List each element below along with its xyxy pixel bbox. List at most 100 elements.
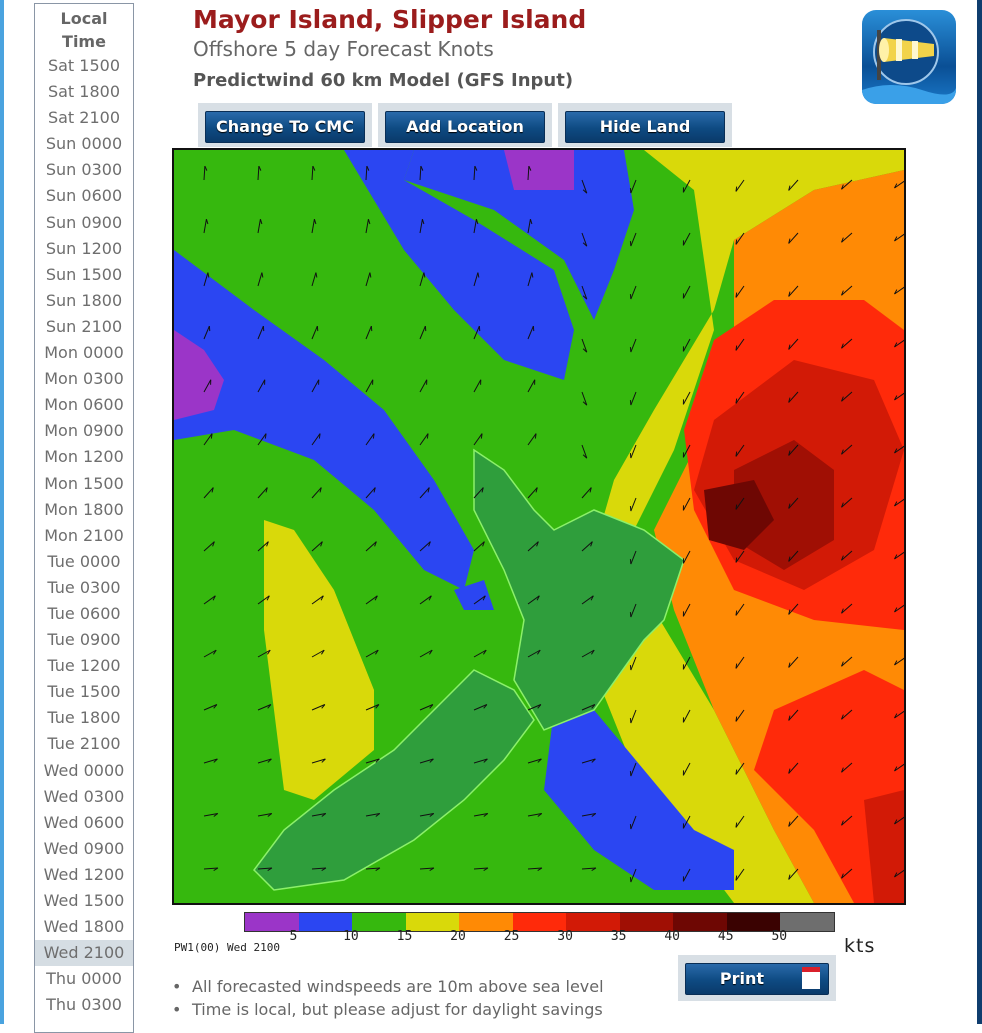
- time-item[interactable]: Tue 0900: [35, 627, 133, 653]
- time-item[interactable]: Sun 0000: [35, 131, 133, 157]
- wind-arrow-head: [736, 664, 737, 669]
- time-item[interactable]: Wed 1800: [35, 914, 133, 940]
- wind-arrow-head: [736, 770, 737, 775]
- time-item[interactable]: Wed 2100: [35, 940, 133, 966]
- time-item[interactable]: Sun 0300: [35, 157, 133, 183]
- legend-tick: 15: [397, 929, 413, 944]
- sidebar-heading-line1: Local: [35, 7, 133, 30]
- time-item[interactable]: Tue 0600: [35, 601, 133, 627]
- notes-list: •All forecasted windspeeds are 10m above…: [172, 975, 604, 1021]
- time-item[interactable]: Thu 0000: [35, 966, 133, 992]
- wind-arrow-head: [211, 434, 212, 439]
- legend-swatch: [780, 913, 834, 931]
- time-item[interactable]: Sun 0900: [35, 210, 133, 236]
- model-label: Predictwind 60 km Model (GFS Input): [193, 70, 573, 91]
- page-title: Mayor Island, Slipper Island: [193, 5, 586, 34]
- note-item: •All forecasted windspeeds are 10m above…: [172, 975, 604, 998]
- pdf-icon: [802, 967, 820, 989]
- wind-arrow-head: [736, 399, 737, 404]
- wind-arrow-head: [736, 717, 737, 722]
- window-left-edge: [0, 0, 4, 1024]
- time-item[interactable]: Mon 1800: [35, 497, 133, 523]
- purple-top: [504, 150, 574, 190]
- windsock-icon: [862, 10, 956, 104]
- wind-arrow-head: [427, 434, 428, 439]
- note-text: Time is local, but please adjust for day…: [192, 1000, 603, 1019]
- time-item[interactable]: Wed 0600: [35, 810, 133, 836]
- time-item[interactable]: Wed 0000: [35, 758, 133, 784]
- wind-arrow-head: [736, 558, 737, 563]
- window-right-edge: [977, 0, 982, 1024]
- add-location-button-wrap: Add Location: [378, 103, 552, 147]
- time-item[interactable]: Tue 1200: [35, 653, 133, 679]
- wind-arrow-head: [736, 611, 737, 616]
- wind-forecast-map[interactable]: [172, 148, 906, 905]
- legend-tick: 35: [611, 929, 627, 944]
- time-item[interactable]: Wed 1500: [35, 888, 133, 914]
- time-item[interactable]: Tue 0000: [35, 549, 133, 575]
- time-item[interactable]: Sun 1500: [35, 262, 133, 288]
- note-text: All forecasted windspeeds are 10m above …: [192, 977, 604, 996]
- print-button[interactable]: Print: [685, 963, 829, 995]
- time-item[interactable]: Tue 0300: [35, 575, 133, 601]
- page-subtitle: Offshore 5 day Forecast Knots: [193, 37, 494, 61]
- note-item: •Time is local, but please adjust for da…: [172, 998, 604, 1021]
- time-item[interactable]: Sat 2100: [35, 105, 133, 131]
- time-item[interactable]: Wed 0900: [35, 836, 133, 862]
- change-model-button[interactable]: Change To CMC: [205, 111, 365, 143]
- sidebar-heading: Local Time: [35, 4, 133, 53]
- time-item[interactable]: Tue 1800: [35, 705, 133, 731]
- time-item[interactable]: Sat 1800: [35, 79, 133, 105]
- legend-tick: 40: [664, 929, 680, 944]
- wind-arrow-head: [736, 452, 737, 457]
- wind-arrow-head: [373, 434, 374, 439]
- time-item[interactable]: Mon 1200: [35, 444, 133, 470]
- print-button-wrap: Print: [678, 955, 836, 1001]
- time-item[interactable]: Wed 1200: [35, 862, 133, 888]
- time-list: Sat 1500Sat 1800Sat 2100Sun 0000Sun 0300…: [35, 53, 133, 1018]
- wind-contour-map: [174, 150, 904, 903]
- time-item[interactable]: Sun 2100: [35, 314, 133, 340]
- time-item[interactable]: Sun 1800: [35, 288, 133, 314]
- time-item[interactable]: Mon 0300: [35, 366, 133, 392]
- time-item[interactable]: Mon 0900: [35, 418, 133, 444]
- legend-tick: 10: [343, 929, 359, 944]
- time-sidebar: Local Time Sat 1500Sat 1800Sat 2100Sun 0…: [34, 3, 134, 1033]
- time-item[interactable]: Mon 2100: [35, 523, 133, 549]
- legend-tick: 25: [504, 929, 520, 944]
- map-timestamp: PW1(00) Wed 2100: [174, 941, 280, 954]
- wind-speed-legend: [244, 912, 835, 932]
- time-item[interactable]: Sun 1200: [35, 236, 133, 262]
- time-item[interactable]: Tue 2100: [35, 731, 133, 757]
- legend-tick: 5: [290, 929, 298, 944]
- add-location-button[interactable]: Add Location: [385, 111, 545, 143]
- wind-arrow-head: [481, 434, 482, 439]
- time-item[interactable]: Mon 1500: [35, 471, 133, 497]
- legend-tick: 30: [557, 929, 573, 944]
- wind-arrow-head: [736, 187, 737, 192]
- wind-arrow-head: [736, 293, 737, 298]
- time-item[interactable]: Mon 0600: [35, 392, 133, 418]
- legend-tick: 50: [771, 929, 787, 944]
- legend-tick: 45: [718, 929, 734, 944]
- hide-land-button[interactable]: Hide Land: [565, 111, 725, 143]
- app-logo[interactable]: [862, 10, 956, 104]
- wind-arrow-head: [319, 434, 320, 439]
- time-item[interactable]: Thu 0300: [35, 992, 133, 1018]
- hide-land-button-wrap: Hide Land: [558, 103, 732, 147]
- legend-unit: kts: [844, 935, 875, 957]
- change-model-button-wrap: Change To CMC: [198, 103, 372, 147]
- wind-arrow-head: [265, 434, 266, 439]
- time-item[interactable]: Sun 0600: [35, 183, 133, 209]
- legend-tick: 20: [450, 929, 466, 944]
- time-item[interactable]: Sat 1500: [35, 53, 133, 79]
- sidebar-heading-line2: Time: [35, 30, 133, 53]
- time-item[interactable]: Wed 0300: [35, 784, 133, 810]
- wind-arrow-head: [736, 240, 737, 245]
- wind-arrow-head: [736, 876, 737, 881]
- wind-arrow-head: [736, 505, 737, 510]
- time-item[interactable]: Mon 0000: [35, 340, 133, 366]
- wind-arrow-head: [736, 823, 737, 828]
- time-item[interactable]: Tue 1500: [35, 679, 133, 705]
- print-label: Print: [720, 969, 764, 988]
